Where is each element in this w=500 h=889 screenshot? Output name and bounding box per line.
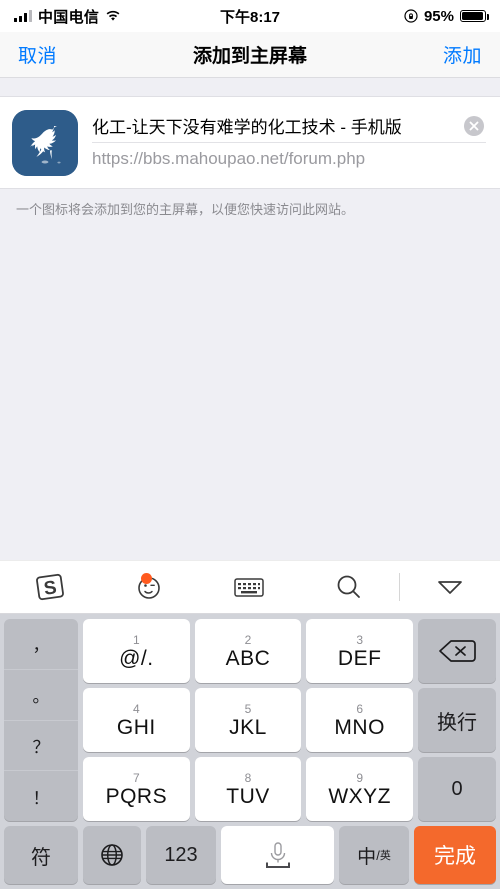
key-1-number: 1 [132, 632, 140, 647]
keyboard-row-1: 1 @/. 2 ABC 3 DEF [83, 619, 414, 683]
cancel-button[interactable]: 取消 [18, 41, 57, 68]
key-7-number: 7 [132, 770, 140, 785]
bookmark-fields: 化工-让天下没有难学的化工技术 - 手机版 https://bbs.mahoup… [92, 110, 500, 176]
sogou-logo-icon[interactable]: S [0, 561, 100, 613]
done-button[interactable]: 完成 [414, 826, 496, 884]
key-3-label: DEF [337, 646, 382, 670]
key-2-label: ABC [225, 646, 271, 670]
key-1-label: @/. [119, 646, 154, 670]
keyboard-row-2: 4 GHI 5 JKL 6 MNO [83, 688, 414, 752]
carrier-label: 中国电信 [38, 8, 100, 26]
key-1[interactable]: 1 @/. [83, 619, 190, 683]
function-keys-column: 换行 0 [418, 619, 496, 821]
key-5[interactable]: 5 JKL [194, 688, 302, 752]
clear-text-icon[interactable] [464, 115, 484, 136]
key-8-number: 8 [244, 770, 252, 785]
keyboard-row-3: 7 PQRS 8 TUV 9 WXYZ [83, 757, 414, 821]
key-2-number: 2 [244, 632, 252, 647]
main-content: 化工-让天下没有难学的化工技术 - 手机版 https://bbs.mahoup… [0, 96, 500, 558]
key-3[interactable]: 3 DEF [306, 619, 414, 683]
key-6-label: MNO [334, 715, 385, 739]
punctuation-column: ， 。 ？ ！ [4, 619, 78, 821]
horse-logo-icon [12, 109, 78, 176]
hint-text: 一个图标将会添加到您的主屏幕，以便您快速访问此网站。 [16, 202, 355, 217]
title-input[interactable]: 化工-让天下没有难学的化工技术 - 手机版 [92, 113, 456, 138]
battery-percent-label: 95% [423, 7, 454, 25]
key-4[interactable]: 4 GHI [83, 688, 190, 752]
keyboard-toolbar: S [0, 560, 500, 614]
keyboard-body: ， 。 ？ ！ 1 @/. 2 ABC 3 DEF 4 GHI 5 JKL 6 … [0, 614, 500, 889]
keyboard-switch-icon[interactable] [200, 561, 300, 613]
keyboard-bottom-row: 符 123 中 / 英 完成 [4, 826, 496, 884]
emoji-icon[interactable] [100, 561, 200, 613]
key-8-label: TUV [226, 784, 270, 808]
punctuation-panel: ， 。 ？ ！ [4, 619, 78, 821]
signal-bars-icon [14, 10, 32, 22]
language-main-label: 中 [357, 846, 377, 868]
language-toggle-key[interactable]: 中 / 英 [339, 826, 409, 884]
wifi-icon [105, 10, 121, 22]
status-right: 95% [280, 7, 489, 25]
key-9[interactable]: 9 WXYZ [306, 757, 414, 821]
newline-key[interactable]: 换行 [418, 688, 496, 752]
microphone-icon [265, 842, 290, 868]
globe-icon[interactable] [83, 826, 141, 884]
navigation-bar: 取消 添加到主屏幕 添加 [0, 32, 500, 78]
backspace-key[interactable] [418, 619, 496, 683]
status-left: 中国电信 [14, 6, 220, 27]
page-title: 添加到主屏幕 [192, 46, 307, 67]
numeric-mode-key[interactable]: 123 [146, 826, 216, 884]
key-8[interactable]: 8 TUV [194, 757, 302, 821]
key-6-number: 6 [356, 701, 364, 716]
key-5-number: 5 [244, 701, 252, 716]
punct-key-comma[interactable]: ， [4, 619, 78, 670]
punct-key-period[interactable]: 。 [4, 670, 78, 721]
punct-key-exclamation[interactable]: ！ [4, 771, 78, 821]
key-9-label: WXYZ [328, 784, 392, 808]
language-sub-label: 英 [379, 850, 391, 862]
keyboard: S ， 。 ？ ！ 1 @/. 2 ABC 3 DEF 4 GHI 5 JKL … [0, 560, 500, 889]
key-2[interactable]: 2 ABC [194, 619, 302, 683]
key-4-label: GHI [116, 715, 156, 739]
status-center: 下午8:17 [220, 6, 280, 27]
key-6[interactable]: 6 MNO [306, 688, 414, 752]
search-icon[interactable] [299, 561, 399, 613]
title-field-row[interactable]: 化工-让天下没有难学的化工技术 - 手机版 [92, 110, 500, 143]
bookmark-card: 化工-让天下没有难学的化工技术 - 手机版 https://bbs.mahoup… [0, 96, 500, 189]
rotation-lock-icon [404, 9, 418, 23]
zero-key[interactable]: 0 [418, 757, 496, 821]
symbol-key[interactable]: 符 [4, 826, 78, 884]
collapse-keyboard-icon[interactable] [400, 561, 500, 613]
notification-badge [140, 573, 152, 584]
svg-text:S: S [42, 577, 57, 600]
punct-key-question[interactable]: ？ [4, 721, 78, 772]
battery-icon [460, 10, 489, 22]
key-9-number: 9 [356, 770, 364, 785]
phone-screen: 中国电信 下午8:17 95% 取消 添加到主屏幕 添加 化工-让天下没有难学的… [0, 0, 500, 889]
key-5-label: JKL [229, 715, 267, 739]
key-3-number: 3 [356, 632, 364, 647]
key-7-label: PQRS [105, 784, 168, 808]
space-key[interactable] [221, 826, 334, 884]
url-input[interactable]: https://bbs.mahoupao.net/forum.php [92, 149, 365, 169]
key-4-number: 4 [132, 701, 140, 716]
keyboard-main-rows: ， 。 ？ ！ 1 @/. 2 ABC 3 DEF 4 GHI 5 JKL 6 … [4, 619, 496, 821]
key-7[interactable]: 7 PQRS [83, 757, 190, 821]
clock-label: 下午8:17 [219, 8, 281, 26]
add-button[interactable]: 添加 [443, 41, 482, 68]
numeric-keys-grid: 1 @/. 2 ABC 3 DEF 4 GHI 5 JKL 6 MNO 7 PQ… [83, 619, 414, 821]
url-field-row[interactable]: https://bbs.mahoupao.net/forum.php [92, 143, 500, 176]
status-bar: 中国电信 下午8:17 95% [0, 0, 500, 32]
